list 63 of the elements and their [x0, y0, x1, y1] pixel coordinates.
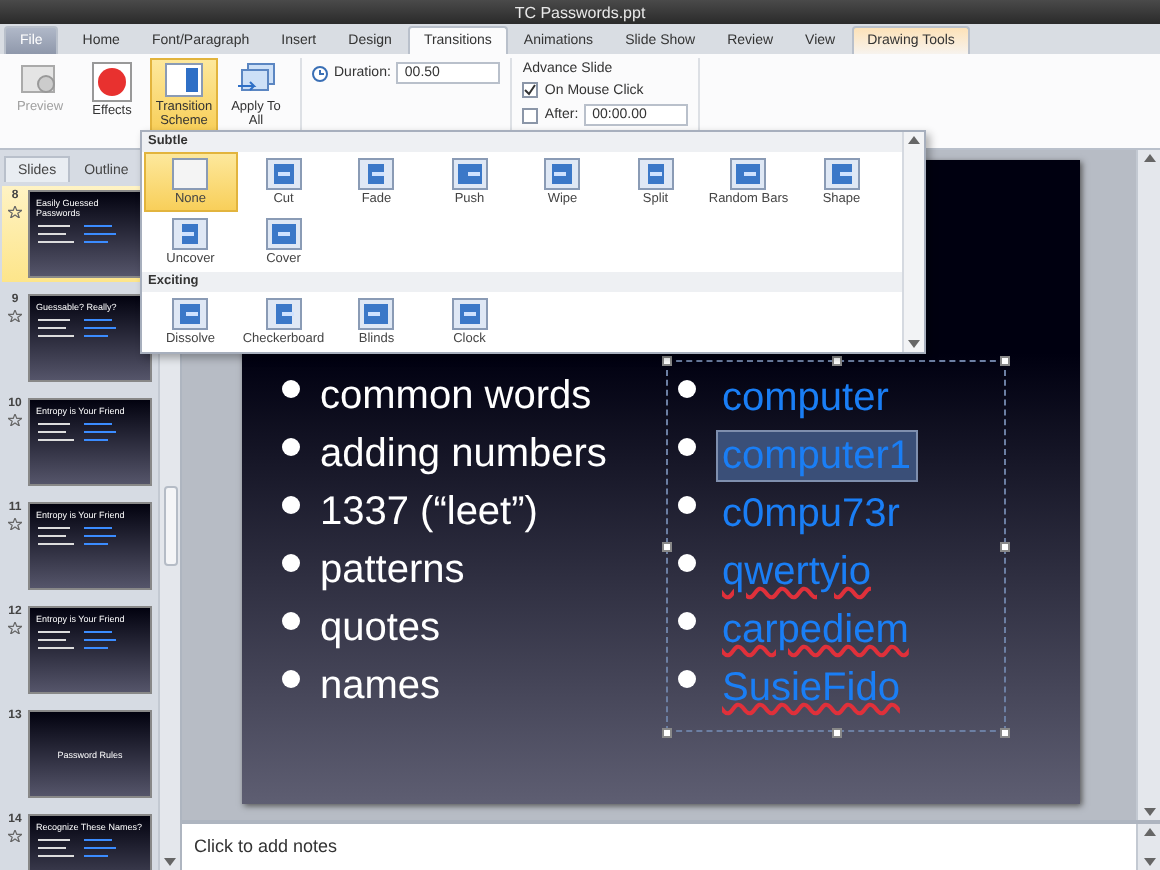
bullet-icon [282, 612, 300, 630]
transition-icon [544, 158, 581, 190]
scrollbar-thumb[interactable] [163, 486, 177, 566]
scroll-up-icon[interactable] [908, 136, 920, 144]
clock-icon [312, 65, 328, 81]
bullet-text: qwertyio [720, 548, 873, 598]
bullet-icon [282, 670, 300, 688]
scroll-down-icon[interactable] [164, 858, 176, 866]
scroll-up-icon[interactable] [1143, 828, 1155, 836]
transition-icon [823, 158, 860, 190]
resize-handle[interactable] [1000, 542, 1010, 552]
resize-handle[interactable] [662, 542, 672, 552]
transition-icon [172, 158, 209, 190]
after-checkbox[interactable] [522, 107, 539, 123]
transition-icon [358, 298, 395, 330]
bullet-text: c0mpu73r [720, 490, 902, 540]
scroll-up-icon[interactable] [1143, 154, 1155, 162]
bullet-text: quotes [320, 604, 441, 652]
bullet-text: computer [720, 374, 891, 424]
bullet-text: patterns [320, 546, 465, 594]
transition-icon [265, 158, 302, 190]
bullet-text: adding numbers [320, 430, 607, 478]
window-title: TC Passwords.ppt [514, 3, 646, 21]
resize-handle[interactable] [662, 728, 672, 738]
bullet-icon [678, 554, 696, 572]
bullet-icon [678, 496, 696, 514]
bullet-icon [678, 438, 696, 456]
transition-icon [265, 218, 302, 250]
bullet-text: computer1 [716, 430, 917, 482]
resize-handle[interactable] [662, 356, 672, 366]
on-mouse-click-checkbox[interactable] [522, 82, 539, 98]
effects-icon [92, 62, 132, 102]
bullet-icon [282, 496, 300, 514]
transition-icon [172, 298, 209, 330]
transition-icon [451, 158, 488, 190]
transition-icon [451, 298, 488, 330]
bullet-icon [678, 670, 696, 688]
transition-icon [358, 158, 395, 190]
bullet-text: common words [320, 372, 592, 420]
slide-preview-icon [20, 62, 60, 98]
transition-icon [172, 218, 209, 250]
transition-icon [730, 158, 767, 190]
bullet-icon [282, 380, 300, 398]
selected-text-box[interactable]: computer computer1 c0mpu73r qwertyio carpediem SusieFido [666, 360, 1006, 732]
bullet-icon [678, 612, 696, 630]
resize-handle[interactable] [832, 728, 842, 738]
transition-icon [637, 158, 674, 190]
transition-icon [164, 62, 204, 98]
check-icon [524, 84, 537, 96]
bullet-icon [282, 554, 300, 572]
bullet-icon [678, 380, 696, 398]
bullet-text: 1337 (“leet”) [320, 488, 538, 536]
scroll-down-icon[interactable] [908, 340, 920, 348]
resize-handle[interactable] [832, 356, 842, 366]
scroll-down-icon[interactable] [1143, 808, 1155, 816]
bullet-icon [282, 438, 300, 456]
bullet-text: names [320, 662, 441, 710]
resize-handle[interactable] [1000, 356, 1010, 366]
bullet-text: carpediem [720, 606, 911, 656]
scroll-down-icon[interactable] [1143, 858, 1155, 866]
bullet-text: SusieFido [720, 664, 902, 714]
transition-icon [265, 298, 302, 330]
resize-handle[interactable] [1000, 728, 1010, 738]
